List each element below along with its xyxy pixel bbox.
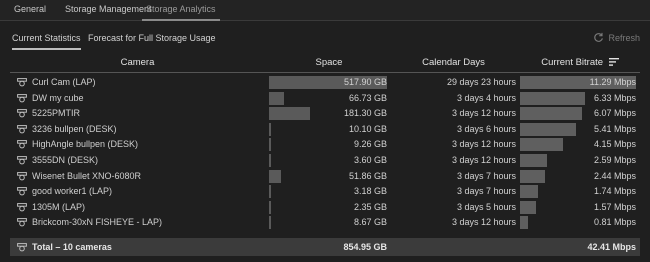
refresh-button[interactable]: Refresh	[593, 32, 640, 43]
total-label: Total – 10 cameras	[32, 242, 112, 252]
calendar-days-value: 3 days 7 hours	[456, 186, 516, 197]
space-value: 66.73 GB	[348, 92, 387, 103]
camera-name: HighAngle bullpen (DESK)	[32, 139, 139, 150]
tab-current-statistics[interactable]: Current Statistics	[12, 33, 81, 50]
camera-icon	[17, 124, 27, 134]
bitrate-value: 1.74 Mbps	[593, 186, 636, 197]
camera-icon	[17, 202, 27, 212]
refresh-label: Refresh	[608, 32, 640, 43]
column-header-camera[interactable]: Camera	[10, 57, 265, 68]
table-row[interactable]: 5225PMTIR 181.30 GB 3 days 12 hours 6.07 Mb…	[10, 106, 640, 122]
bitrate-value: 1.57 Mbps	[593, 201, 636, 212]
tab-general[interactable]: General	[10, 4, 50, 19]
bitrate-value: 11.29 Mbps	[589, 77, 636, 87]
bitrate-value: 5.41 Mbps	[593, 123, 636, 134]
camera-icon	[17, 78, 27, 87]
refresh-icon	[594, 32, 604, 42]
top-tab-bar: General Storage Management Storage Analy…	[0, 0, 650, 21]
camera-name: 5225PMTIR	[32, 108, 81, 119]
tab-forecast[interactable]: Forecast for Full Storage Usage	[88, 33, 216, 48]
tab-storage-analytics[interactable]: Storage Analytics	[142, 4, 220, 21]
space-value: 51.86 GB	[348, 170, 387, 181]
space-value: 3.18 GB	[353, 186, 387, 197]
camera-icon	[17, 218, 27, 227]
camera-name: 1305M (LAP)	[32, 201, 86, 212]
camera-icon	[17, 243, 27, 252]
camera-name: Wisenet Bullet XNO-6080R	[32, 170, 142, 181]
table-row[interactable]: 3236 bullpen (DESK) 10.10 GB 3 days 6 hour…	[10, 122, 640, 138]
bitrate-value: 2.59 Mbps	[593, 154, 636, 165]
table-row[interactable]: DW my cube 66.73 GB 3 days 4 hours 6.33 Mbp…	[10, 91, 640, 107]
space-value: 2.35 GB	[353, 201, 387, 212]
table-row[interactable]: good worker1 (LAP) 3.18 GB 3 days 7 hours 1…	[10, 184, 640, 200]
bitrate-value: 6.33 Mbps	[593, 92, 636, 103]
camera-icon	[17, 109, 27, 118]
sort-descending-icon	[608, 58, 619, 67]
calendar-days-value: 3 days 12 hours	[451, 217, 516, 228]
calendar-days-value: 29 days 23 hours	[446, 77, 516, 87]
table-row[interactable]: 1305M (LAP) 2.35 GB 3 days 5 hours 1.57 Mbp…	[10, 200, 640, 216]
camera-icon	[17, 187, 27, 196]
total-bitrate: 42.41 Mbps	[587, 242, 636, 252]
space-value: 517.90 GB	[343, 77, 387, 87]
space-value: 9.26 GB	[353, 139, 387, 150]
space-value: 3.60 GB	[353, 154, 387, 165]
camera-name: 3555DN (DESK)	[32, 154, 99, 165]
column-header-bitrate[interactable]: Current Bitrate	[520, 57, 640, 68]
camera-name: Curl Cam (LAP)	[32, 77, 96, 87]
table-row[interactable]: Wisenet Bullet XNO-6080R 51.86 GB 3 days 7…	[10, 169, 640, 185]
sub-tab-bar: Current Statistics Forecast for Full Sto…	[0, 28, 650, 50]
camera-name: DW my cube	[32, 92, 84, 103]
bitrate-value: 0.81 Mbps	[593, 217, 636, 228]
bitrate-value: 6.07 Mbps	[593, 108, 636, 119]
camera-icon	[17, 156, 27, 165]
total-row: Total – 10 cameras 854.95 GB 42.41 Mbps	[10, 238, 640, 256]
calendar-days-value: 3 days 4 hours	[456, 92, 516, 103]
total-space: 854.95 GB	[343, 242, 387, 252]
space-value: 181.30 GB	[343, 108, 387, 119]
bitrate-value: 2.44 Mbps	[593, 170, 636, 181]
camera-name: 3236 bullpen (DESK)	[32, 123, 117, 134]
table-row[interactable]: 3555DN (DESK) 3.60 GB 3 days 12 hours 2.59 …	[10, 153, 640, 169]
calendar-days-value: 3 days 12 hours	[451, 108, 516, 119]
camera-table: Curl Cam (LAP) 517.90 GB 29 days 23 hours 1…	[10, 75, 640, 231]
table-header: Camera Space Calendar Days Current Bitra…	[10, 54, 640, 73]
column-header-space[interactable]: Space	[269, 57, 389, 68]
column-header-bitrate-label: Current Bitrate	[541, 57, 604, 68]
table-row[interactable]: Brickcom-30xN FISHEYE - LAP) 8.67 GB 3 day…	[10, 215, 640, 231]
calendar-days-value: 3 days 5 hours	[456, 201, 516, 212]
calendar-days-value: 3 days 12 hours	[451, 154, 516, 165]
calendar-days-value: 3 days 6 hours	[456, 123, 516, 134]
table-row[interactable]: HighAngle bullpen (DESK) 9.26 GB 3 days 12…	[10, 137, 640, 153]
camera-name: Brickcom-30xN FISHEYE - LAP)	[32, 217, 163, 228]
table-row[interactable]: Curl Cam (LAP) 517.90 GB 29 days 23 hours 1…	[10, 75, 640, 91]
bitrate-value: 4.15 Mbps	[593, 139, 636, 150]
calendar-days-value: 3 days 12 hours	[451, 139, 516, 150]
column-header-days[interactable]: Calendar Days	[391, 57, 516, 68]
space-value: 10.10 GB	[348, 123, 387, 134]
camera-icon	[17, 140, 27, 149]
camera-name: good worker1 (LAP)	[32, 186, 113, 197]
camera-icon	[17, 171, 27, 180]
space-value: 8.67 GB	[353, 217, 387, 228]
calendar-days-value: 3 days 7 hours	[456, 170, 516, 181]
camera-icon	[17, 93, 27, 102]
